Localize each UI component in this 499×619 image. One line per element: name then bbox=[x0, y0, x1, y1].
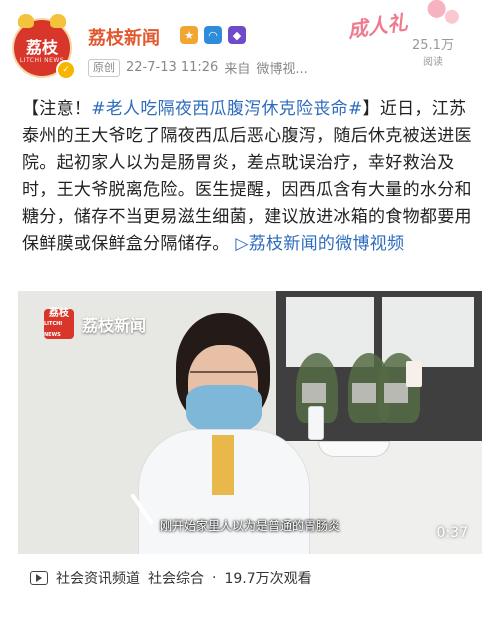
bracket-open: 【注意！ bbox=[22, 99, 92, 119]
video-link[interactable]: ▷荔枝新闻的微博视频 bbox=[235, 234, 404, 254]
avatar-text: 荔枝 bbox=[25, 37, 58, 57]
video-logo-badge-text: 荔枝 bbox=[49, 307, 69, 319]
account-badges: ★ ◠ ◆ bbox=[180, 26, 246, 44]
category-link[interactable]: 社会综合 bbox=[148, 568, 204, 588]
shield-badge-icon[interactable]: ◆ bbox=[228, 26, 246, 44]
cup-icon bbox=[406, 361, 422, 387]
rainbow-badge-icon[interactable]: ◠ bbox=[204, 26, 222, 44]
video-footer: 社会资讯频道 社会综合 · 19.7万次观看 bbox=[30, 568, 312, 588]
read-count-label: 阅读 bbox=[422, 57, 443, 68]
read-count-value: 25.1万 bbox=[412, 38, 454, 53]
face-mask-icon bbox=[186, 385, 262, 433]
post-header: 荔枝 LITCHI NEWS ✓ 荔枝新闻 ★ ◠ ◆ 原创 22-7-13 1… bbox=[0, 0, 499, 88]
video-logo: 荔枝 LITCHI NEWS 荔枝新闻 bbox=[44, 307, 147, 339]
sink-icon bbox=[318, 441, 390, 457]
video-logo-badge-sub: LITCHI NEWS bbox=[44, 320, 63, 338]
pot-icon bbox=[352, 383, 376, 403]
bracket-close: 】 bbox=[362, 99, 380, 119]
video-link-icon: ▷ bbox=[235, 234, 249, 254]
pot-icon bbox=[384, 383, 408, 403]
video-logo-badge: 荔枝 LITCHI NEWS bbox=[44, 307, 74, 339]
video-duration: 0:37 bbox=[436, 525, 468, 541]
source-prefix: 来自 bbox=[224, 62, 251, 77]
footer-separator: · bbox=[212, 570, 217, 586]
post-text: 【注意！#老人吃隔夜西瓜腹泻休克险丧命#】近日，江苏泰州的王大爷吃了隔夜西瓜后恶… bbox=[22, 96, 482, 258]
promo-text: 成人礼 bbox=[346, 10, 409, 43]
original-badge: 原创 bbox=[88, 58, 120, 77]
ear-icon bbox=[50, 14, 66, 28]
balloon-icon bbox=[443, 8, 460, 25]
ear-icon bbox=[18, 14, 34, 28]
view-count: 19.7万次观看 bbox=[224, 571, 312, 587]
doctor-shirt bbox=[212, 435, 234, 495]
weibo-post: 荔枝 LITCHI NEWS ✓ 荔枝新闻 ★ ◠ ◆ 原创 22-7-13 1… bbox=[0, 0, 499, 619]
video-player[interactable]: 荔枝 LITCHI NEWS 荔枝新闻 刚开始家里人以为是普通的胃肠炎 0:37 bbox=[18, 291, 482, 554]
verified-icon: ✓ bbox=[56, 60, 76, 80]
post-body: 近日，江苏泰州的王大爷吃了隔夜西瓜后恶心腹泻，随后休克被送进医院。起初家人以为是… bbox=[22, 99, 472, 254]
account-name[interactable]: 荔枝新闻 bbox=[88, 24, 160, 50]
post-datetime: 22-7-13 11:26 bbox=[126, 60, 219, 75]
channel-link[interactable]: 社会资讯频道 bbox=[56, 568, 140, 588]
video-logo-text: 荔枝新闻 bbox=[82, 316, 147, 335]
video-subtitle: 刚开始家里人以为是普通的胃肠炎 bbox=[159, 519, 340, 533]
avatar-ears bbox=[18, 14, 66, 28]
balloon-icon bbox=[426, 0, 447, 19]
gold-badge-icon[interactable]: ★ bbox=[180, 26, 198, 44]
read-count: 25.1万 阅读 bbox=[412, 34, 454, 68]
video-play-icon bbox=[30, 571, 48, 585]
post-source[interactable]: 微博视... bbox=[256, 58, 307, 77]
video-link-text: 荔枝新闻的微博视频 bbox=[248, 234, 405, 254]
hashtag-link[interactable]: #老人吃隔夜西瓜腹泻休克险丧命# bbox=[91, 99, 362, 119]
post-meta: 原创 22-7-13 11:26 来自 微博视... bbox=[88, 58, 308, 77]
